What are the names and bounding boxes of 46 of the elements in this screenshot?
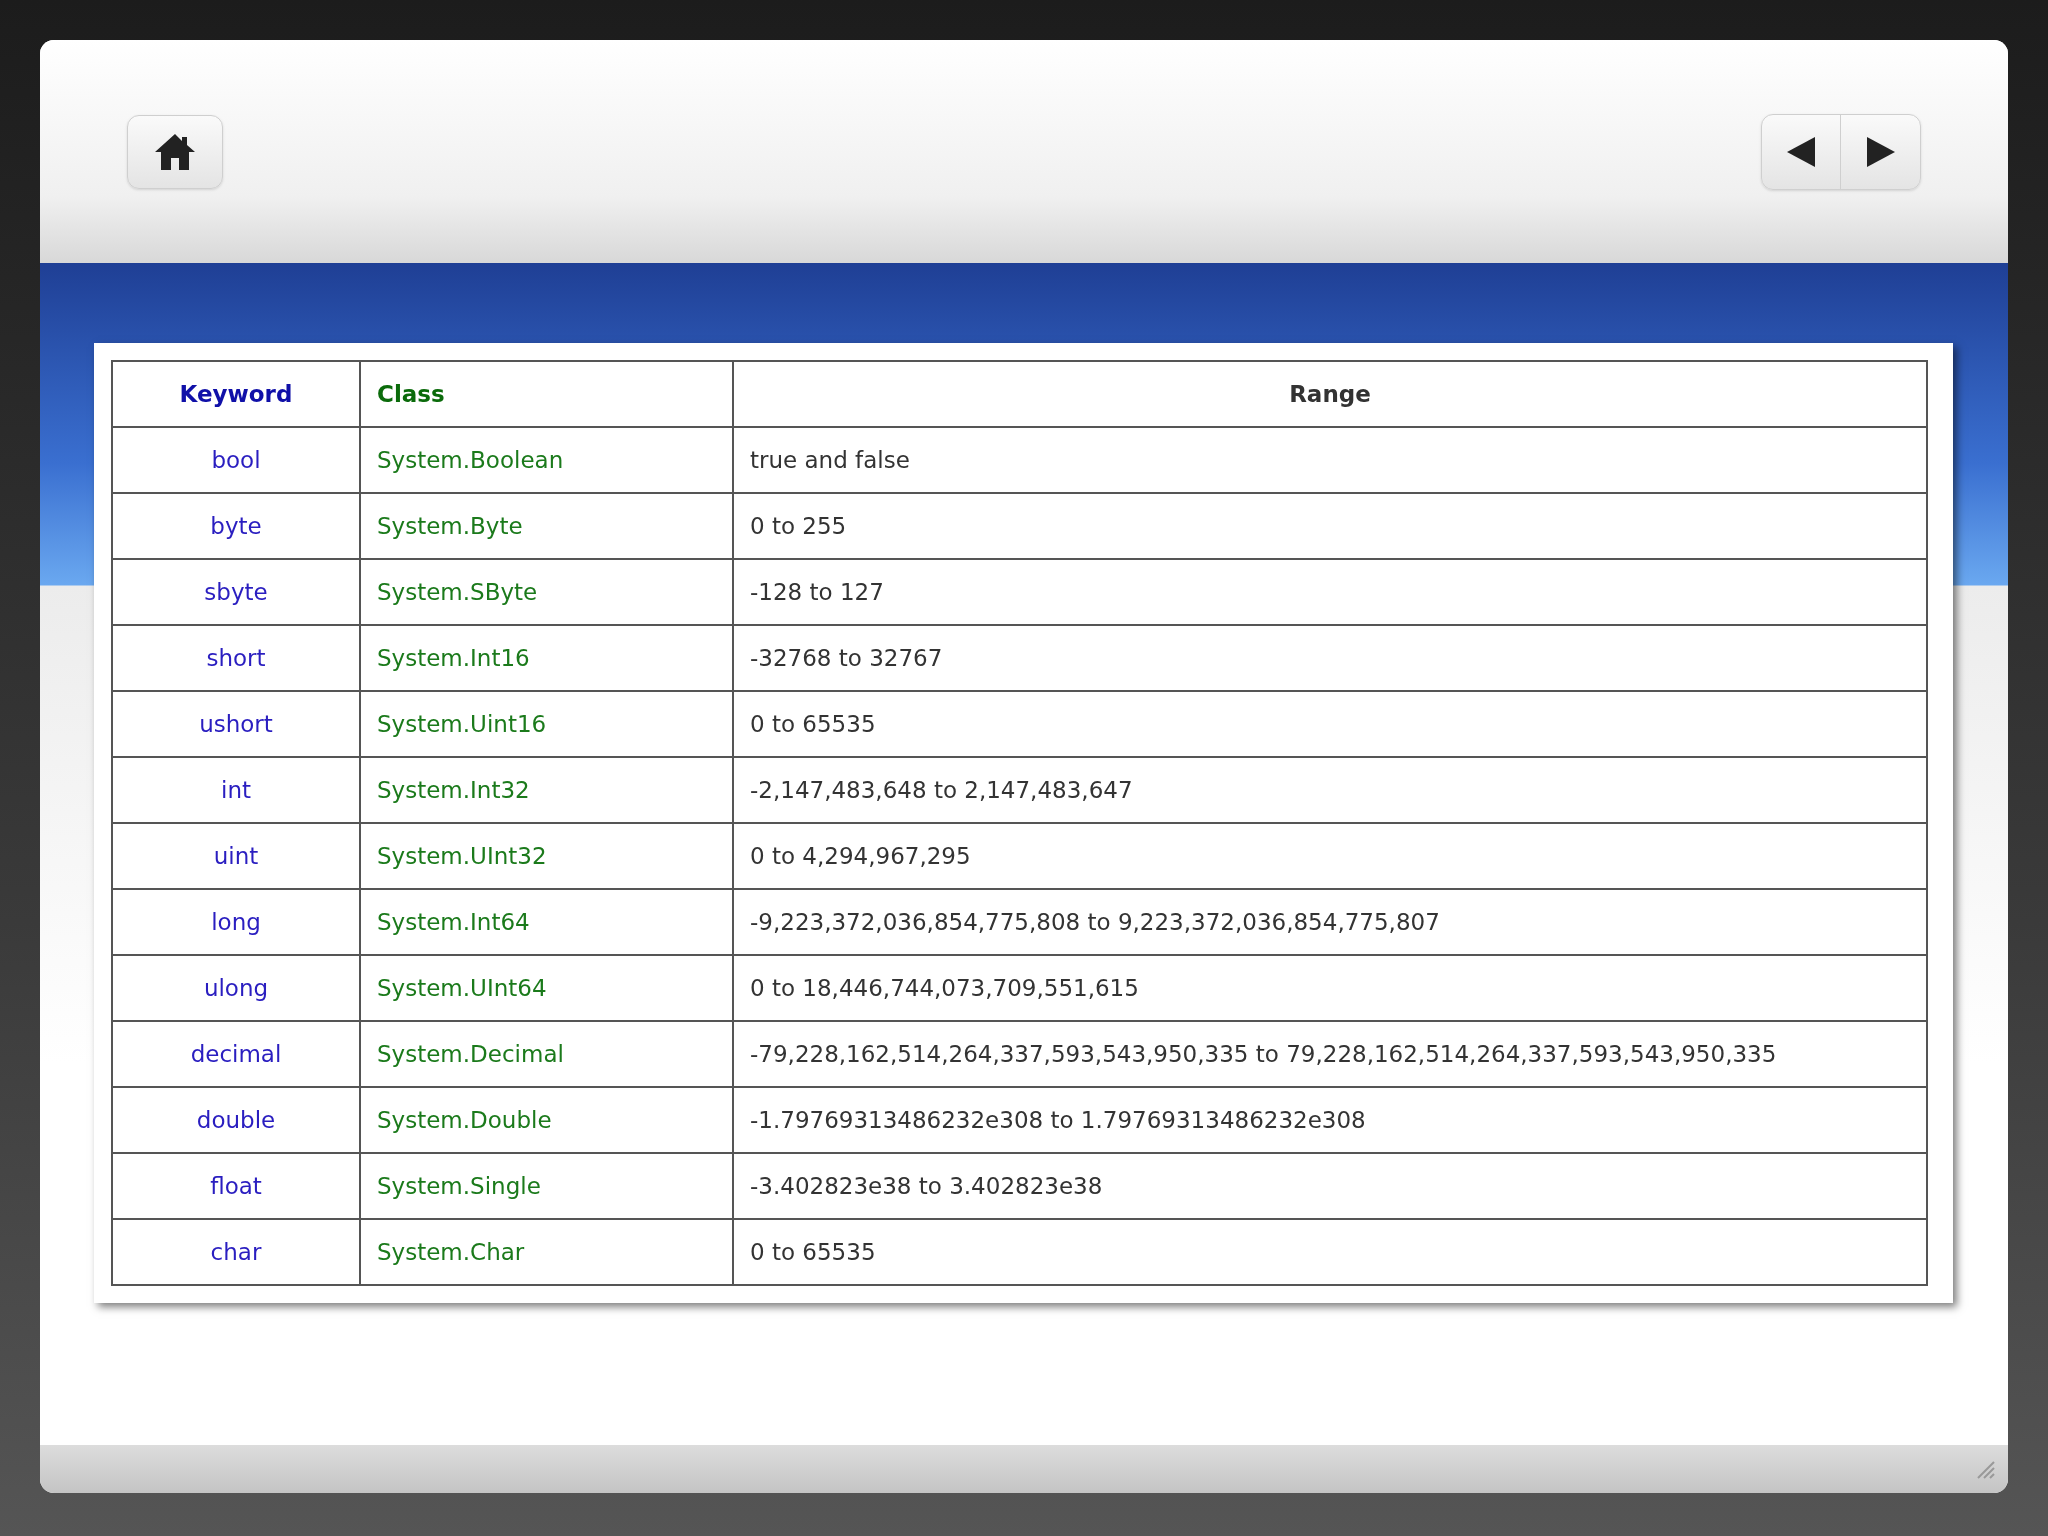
keyword-cell: short (112, 625, 360, 691)
keyword-cell: ulong (112, 955, 360, 1021)
keyword-cell: bool (112, 427, 360, 493)
class-cell: System.Int64 (360, 889, 733, 955)
range-cell: -9,223,372,036,854,775,808 to 9,223,372,036,854,775,807 (733, 889, 1927, 955)
keyword-cell: ushort (112, 691, 360, 757)
range-cell: -1.79769313486232e308 to 1.79769313486232e308 (733, 1087, 1927, 1153)
range-cell: 0 to 65535 (733, 691, 1927, 757)
range-cell: -2,147,483,648 to 2,147,483,647 (733, 757, 1927, 823)
range-cell: true and false (733, 427, 1927, 493)
range-cell: -79,228,162,514,264,337,593,543,950,335 to 79,228,162,514,264,337,593,543,950,335 (733, 1021, 1927, 1087)
class-cell: System.SByte (360, 559, 733, 625)
range-cell: 0 to 65535 (733, 1219, 1927, 1285)
class-cell: System.Double (360, 1087, 733, 1153)
keyword-cell: long (112, 889, 360, 955)
keyword-cell: int (112, 757, 360, 823)
keyword-cell: byte (112, 493, 360, 559)
class-cell: System.Decimal (360, 1021, 733, 1087)
class-cell: System.Char (360, 1219, 733, 1285)
range-cell: 0 to 18,446,744,073,709,551,615 (733, 955, 1927, 1021)
keyword-cell: char (112, 1219, 360, 1285)
range-cell: -3.402823e38 to 3.402823e38 (733, 1153, 1927, 1219)
keyword-cell: uint (112, 823, 360, 889)
column-header: Range (733, 361, 1927, 427)
keyword-cell: float (112, 1153, 360, 1219)
class-cell: System.Boolean (360, 427, 733, 493)
column-header: Keyword (112, 361, 360, 427)
class-cell: System.Single (360, 1153, 733, 1219)
class-cell: System.Int32 (360, 757, 733, 823)
column-header: Class (360, 361, 733, 427)
left-triangle-icon (1785, 134, 1817, 169)
range-cell: 0 to 255 (733, 493, 1927, 559)
home-button[interactable] (127, 114, 223, 189)
class-cell: System.Byte (360, 493, 733, 559)
class-cell: System.Int16 (360, 625, 733, 691)
class-cell: System.UInt64 (360, 955, 733, 1021)
keyword-cell: double (112, 1087, 360, 1153)
range-cell: 0 to 4,294,967,295 (733, 823, 1927, 889)
range-cell: -32768 to 32767 (733, 625, 1927, 691)
right-triangle-icon (1864, 134, 1897, 169)
keyword-cell: decimal (112, 1021, 360, 1087)
class-cell: System.UInt32 (360, 823, 733, 889)
range-cell: -128 to 127 (733, 559, 1927, 625)
keyword-cell: sbyte (112, 559, 360, 625)
class-cell: System.Uint16 (360, 691, 733, 757)
home-icon (153, 131, 197, 172)
